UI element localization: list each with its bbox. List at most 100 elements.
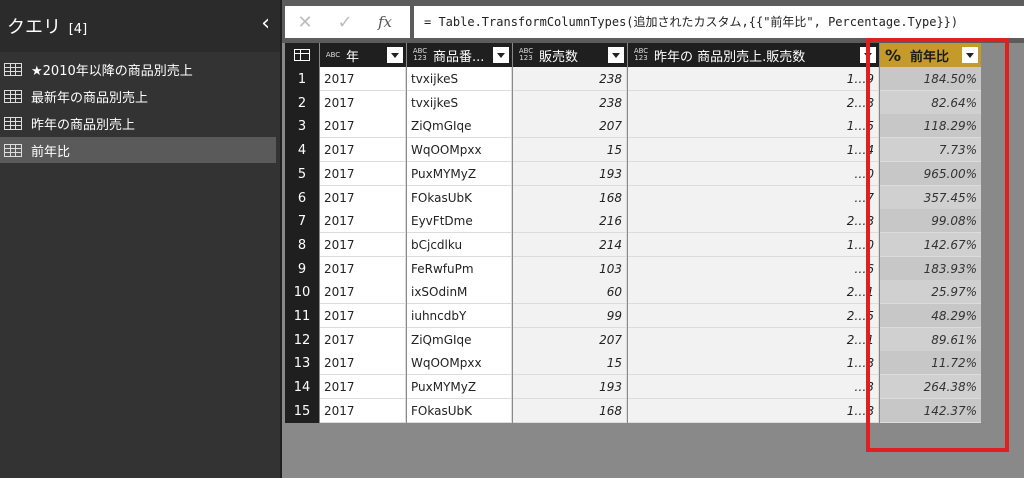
- col-prev-sales-cell[interactable]: 1…0: [628, 233, 879, 257]
- col-year-header[interactable]: ABC 年: [320, 43, 406, 67]
- col-yoy-cell[interactable]: 25.97%: [880, 280, 981, 304]
- filter-dropdown-icon[interactable]: [860, 47, 876, 63]
- col-sales-cell[interactable]: 238: [513, 67, 627, 91]
- col-prev-sales-cell[interactable]: 2…8: [628, 209, 879, 233]
- col-year-cell[interactable]: 2017: [320, 67, 406, 91]
- col-product-cell[interactable]: WqOOMpxx: [407, 138, 512, 162]
- col-yoy-header[interactable]: % 前年比: [880, 43, 981, 67]
- query-item[interactable]: 前年比: [0, 137, 276, 163]
- query-item[interactable]: 昨年の商品別売上: [0, 110, 276, 136]
- col-yoy-cell[interactable]: 142.67%: [880, 233, 981, 257]
- row-number[interactable]: 8: [285, 233, 319, 257]
- col-yoy-cell[interactable]: 82.64%: [880, 91, 981, 115]
- row-number[interactable]: 5: [285, 162, 319, 186]
- row-number[interactable]: 12: [285, 328, 319, 352]
- col-year-cell[interactable]: 2017: [320, 280, 406, 304]
- col-prev-sales-cell[interactable]: …7: [628, 186, 879, 210]
- col-prev-sales-cell[interactable]: 2…1: [628, 328, 879, 352]
- col-product-cell[interactable]: ixSOdinM: [407, 280, 512, 304]
- query-item[interactable]: 最新年の商品別売上: [0, 83, 276, 109]
- col-product-cell[interactable]: bCjcdlku: [407, 233, 512, 257]
- col-year-cell[interactable]: 2017: [320, 328, 406, 352]
- col-product-cell[interactable]: ZiQmGIqe: [407, 114, 512, 138]
- row-number[interactable]: 14: [285, 375, 319, 399]
- col-yoy-cell[interactable]: 48.29%: [880, 304, 981, 328]
- col-product-cell[interactable]: PuxMYMyZ: [407, 162, 512, 186]
- col-sales-cell[interactable]: 193: [513, 375, 627, 399]
- col-sales-cell[interactable]: 193: [513, 162, 627, 186]
- row-number[interactable]: 10: [285, 280, 319, 304]
- col-year-cell[interactable]: 2017: [320, 114, 406, 138]
- col-yoy-cell[interactable]: 89.61%: [880, 328, 981, 352]
- col-sales-cell[interactable]: 207: [513, 114, 627, 138]
- col-product-cell[interactable]: FOkasUbK: [407, 399, 512, 423]
- filter-dropdown-icon[interactable]: [608, 47, 624, 63]
- col-year-cell[interactable]: 2017: [320, 233, 406, 257]
- formula-input[interactable]: = Table.TransformColumnTypes(追加されたカスタム,{…: [414, 6, 1024, 38]
- col-yoy-cell[interactable]: 965.00%: [880, 162, 981, 186]
- col-year-cell[interactable]: 2017: [320, 91, 406, 115]
- col-product-cell[interactable]: FOkasUbK: [407, 186, 512, 210]
- col-product-cell[interactable]: WqOOMpxx: [407, 351, 512, 375]
- col-prev-sales-cell[interactable]: 2…5: [628, 304, 879, 328]
- collapse-pane-button[interactable]: ‹: [261, 12, 270, 36]
- type-icon[interactable]: ABC 123: [518, 48, 534, 62]
- col-prev-sales-cell[interactable]: …6: [628, 257, 879, 281]
- col-sales-cell[interactable]: 15: [513, 351, 627, 375]
- col-product-cell[interactable]: iuhncdbY: [407, 304, 512, 328]
- col-product-cell[interactable]: FeRwfuPm: [407, 257, 512, 281]
- commit-icon[interactable]: ✓: [325, 12, 365, 33]
- col-product-header[interactable]: ABC 123 商品番...: [407, 43, 512, 67]
- filter-dropdown-icon[interactable]: [387, 47, 403, 63]
- col-yoy-cell[interactable]: 264.38%: [880, 375, 981, 399]
- col-prev-sales-cell[interactable]: 1…5: [628, 114, 879, 138]
- col-prev-sales-header[interactable]: ABC 123 昨年の 商品別売上.販売数: [628, 43, 879, 67]
- col-year-cell[interactable]: 2017: [320, 138, 406, 162]
- col-prev-sales-cell[interactable]: 2…8: [628, 91, 879, 115]
- row-number[interactable]: 7: [285, 209, 319, 233]
- type-icon[interactable]: ABC 123: [633, 48, 649, 62]
- col-sales-cell[interactable]: 214: [513, 233, 627, 257]
- type-icon[interactable]: ABC: [325, 51, 341, 59]
- row-number[interactable]: 6: [285, 186, 319, 210]
- col-prev-sales-cell[interactable]: 1…8: [628, 399, 879, 423]
- percentage-type-icon[interactable]: %: [884, 47, 902, 63]
- cancel-icon[interactable]: ✕: [285, 12, 325, 33]
- col-yoy-cell[interactable]: 357.45%: [880, 186, 981, 210]
- query-item[interactable]: ★2010年以降の商品別売上: [0, 56, 276, 82]
- col-product-cell[interactable]: tvxijkeS: [407, 67, 512, 91]
- row-number[interactable]: 13: [285, 351, 319, 375]
- filter-dropdown-icon[interactable]: [493, 47, 509, 63]
- col-sales-cell[interactable]: 238: [513, 91, 627, 115]
- col-year-cell[interactable]: 2017: [320, 304, 406, 328]
- col-sales-cell[interactable]: 103: [513, 257, 627, 281]
- col-yoy-cell[interactable]: 118.29%: [880, 114, 981, 138]
- col-sales-cell[interactable]: 60: [513, 280, 627, 304]
- col-year-cell[interactable]: 2017: [320, 375, 406, 399]
- col-sales-cell[interactable]: 168: [513, 399, 627, 423]
- col-yoy-cell[interactable]: 184.50%: [880, 67, 981, 91]
- col-yoy-cell[interactable]: 142.37%: [880, 399, 981, 423]
- col-year-cell[interactable]: 2017: [320, 257, 406, 281]
- type-icon[interactable]: ABC 123: [412, 48, 428, 62]
- row-number[interactable]: 2: [285, 91, 319, 115]
- col-sales-cell[interactable]: 15: [513, 138, 627, 162]
- col-year-cell[interactable]: 2017: [320, 186, 406, 210]
- col-prev-sales-cell[interactable]: 1…8: [628, 351, 879, 375]
- col-prev-sales-cell[interactable]: …0: [628, 162, 879, 186]
- col-year-cell[interactable]: 2017: [320, 162, 406, 186]
- col-year-cell[interactable]: 2017: [320, 209, 406, 233]
- row-number[interactable]: 15: [285, 399, 319, 423]
- fx-icon[interactable]: fx: [365, 13, 405, 31]
- col-yoy-cell[interactable]: 11.72%: [880, 351, 981, 375]
- col-prev-sales-cell[interactable]: 1…9: [628, 67, 879, 91]
- col-year-cell[interactable]: 2017: [320, 351, 406, 375]
- col-prev-sales-cell[interactable]: 1…4: [628, 138, 879, 162]
- col-prev-sales-cell[interactable]: 2…1: [628, 280, 879, 304]
- col-prev-sales-cell[interactable]: …3: [628, 375, 879, 399]
- row-number[interactable]: 4: [285, 138, 319, 162]
- col-product-cell[interactable]: PuxMYMyZ: [407, 375, 512, 399]
- pane-divider[interactable]: [280, 0, 282, 478]
- col-yoy-cell[interactable]: 7.73%: [880, 138, 981, 162]
- col-sales-cell[interactable]: 99: [513, 304, 627, 328]
